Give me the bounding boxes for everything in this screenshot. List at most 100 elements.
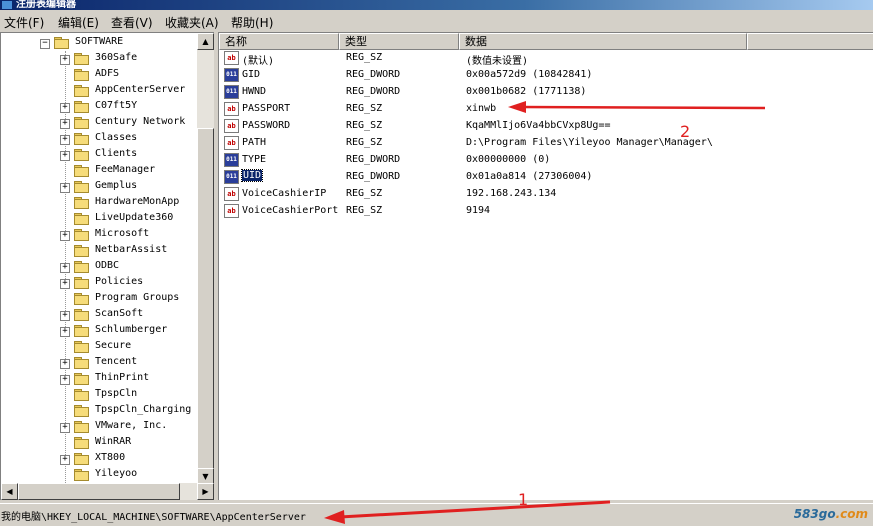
expand-icon[interactable]: + (60, 231, 70, 241)
column-header-name[interactable]: 名称 (219, 33, 339, 50)
tree-item-software[interactable]: − SOFTWARE (1, 35, 197, 51)
menu-file[interactable]: 文件(F) (4, 14, 44, 31)
tree-item[interactable]: + ScanSoft (1, 307, 197, 323)
tree-item[interactable]: Yileyoo (1, 467, 197, 483)
folder-icon (74, 229, 89, 241)
folder-icon (74, 405, 89, 417)
tree-item-label: XT800 (95, 452, 126, 463)
tree-item[interactable]: + C07ft5Y (1, 99, 197, 115)
value-type: REG_SZ (346, 103, 383, 114)
tree-horizontal-scrollbar[interactable]: ◀ ▶ (1, 483, 214, 500)
menu-help[interactable]: 帮助(H) (231, 14, 273, 31)
tree-item[interactable]: + Policies (1, 275, 197, 291)
status-path: 我的电脑\HKEY_LOCAL_MACHINE\SOFTWARE\AppCent… (1, 512, 306, 523)
tree-item[interactable]: FeeManager (1, 163, 197, 179)
value-type: REG_SZ (346, 137, 383, 148)
tree-item-label: Microsoft (95, 228, 150, 239)
value-row[interactable]: ab VoiceCashierIP REG_SZ 192.168.243.134 (219, 186, 873, 203)
expand-icon[interactable]: + (60, 151, 70, 161)
tree-item[interactable]: + Schlumberger (1, 323, 197, 339)
tree-item-label: AppCenterServer (95, 84, 186, 95)
expand-icon[interactable]: + (60, 455, 70, 465)
menu-view[interactable]: 查看(V) (111, 14, 153, 31)
value-data: 0x00000000 (0) (466, 154, 551, 165)
scroll-left-icon[interactable]: ◀ (1, 483, 18, 500)
menu-edit[interactable]: 编辑(E) (58, 14, 99, 31)
expand-icon[interactable]: + (60, 327, 70, 337)
tree-item[interactable]: +360Safe (1, 51, 197, 67)
tree-item[interactable]: Program Groups (1, 291, 197, 307)
column-header-type[interactable]: 类型 (339, 33, 459, 50)
folder-icon (74, 469, 89, 481)
folder-open-icon (54, 37, 69, 49)
value-name: PASSPORT (242, 103, 291, 114)
registry-key-tree[interactable]: − SOFTWARE +360Safe ADFS AppCenterServer + C… (0, 32, 214, 500)
expand-icon[interactable]: + (60, 375, 70, 385)
value-row[interactable]: 011 TYPE REG_DWORD 0x00000000 (0) (219, 152, 873, 169)
collapse-icon[interactable]: − (40, 39, 50, 49)
tree-item[interactable]: TpspCln (1, 387, 197, 403)
expand-icon[interactable]: + (60, 311, 70, 321)
tree-item[interactable]: + Microsoft (1, 227, 197, 243)
expand-icon[interactable]: + (60, 263, 70, 273)
expand-icon[interactable]: + (60, 55, 70, 65)
annotation-number-2: 2 (680, 122, 691, 141)
value-row[interactable]: 011 HWND REG_DWORD 0x001b0682 (1771138) (219, 84, 873, 101)
tree-item[interactable]: LiveUpdate360 (1, 211, 197, 227)
tree-item-label: Classes (95, 132, 138, 143)
tree-item[interactable]: ADFS (1, 67, 197, 83)
tree-item[interactable]: + ODBC (1, 259, 197, 275)
expand-icon[interactable]: + (60, 183, 70, 193)
value-row[interactable]: ab VoiceCashierPort REG_SZ 9194 (219, 203, 873, 220)
tree-item[interactable]: + XT800 (1, 451, 197, 467)
folder-icon (74, 133, 89, 145)
expand-icon[interactable]: + (60, 135, 70, 145)
registry-values-list[interactable]: 名称 类型 数据 ab (默认) REG_SZ (数值未设置) 011 GID REG_DW… (218, 32, 873, 500)
expand-icon[interactable]: + (60, 359, 70, 369)
value-data: xinwb (466, 103, 497, 114)
tree-item[interactable]: + Clients (1, 147, 197, 163)
tree-vertical-scrollbar[interactable]: ▲ ▼ (197, 33, 214, 485)
value-data: D:\Program Files\Yileyoo Manager\Manager… (466, 137, 713, 148)
tree-item[interactable]: + ThinPrint (1, 371, 197, 387)
folder-icon (74, 261, 89, 273)
tree-item[interactable]: + Classes (1, 131, 197, 147)
string-value-icon: ab (224, 136, 239, 150)
value-row[interactable]: ab PASSPORT REG_SZ xinwb (219, 101, 873, 118)
hscroll-thumb[interactable] (18, 483, 180, 500)
tree-item[interactable]: Secure (1, 339, 197, 355)
folder-icon (74, 85, 89, 97)
column-header-filler (747, 33, 873, 50)
value-row[interactable]: ab PATH REG_SZ D:\Program Files\Yileyoo Man… (219, 135, 873, 152)
expand-icon[interactable]: + (60, 279, 70, 289)
tree-item[interactable]: + Gemplus (1, 179, 197, 195)
string-value-icon: ab (224, 119, 239, 133)
value-row[interactable]: 011 GID REG_DWORD 0x00a572d9 (10842841) (219, 67, 873, 84)
folder-icon (74, 389, 89, 401)
status-bar: 我的电脑\HKEY_LOCAL_MACHINE\SOFTWARE\AppCent… (0, 503, 873, 526)
expand-icon[interactable]: + (60, 119, 70, 129)
scroll-up-icon[interactable]: ▲ (197, 33, 214, 50)
column-header-data[interactable]: 数据 (459, 33, 747, 50)
tree-item[interactable]: TpspCln_Charging (1, 403, 197, 419)
tree-item[interactable]: + Century Network (1, 115, 197, 131)
scroll-right-icon[interactable]: ▶ (197, 483, 214, 500)
tree-item[interactable]: + Tencent (1, 355, 197, 371)
binary-value-icon: 011 (224, 85, 239, 99)
scroll-thumb[interactable] (197, 128, 214, 470)
tree-item[interactable]: AppCenterServer (1, 83, 197, 99)
folder-icon (74, 309, 89, 321)
tree-item[interactable]: + VMware, Inc. (1, 419, 197, 435)
expand-icon[interactable]: + (60, 423, 70, 433)
value-name: VoiceCashierIP (242, 188, 327, 199)
tree-item[interactable]: WinRAR (1, 435, 197, 451)
value-type: REG_SZ (346, 205, 383, 216)
value-row[interactable]: ab (默认) REG_SZ (数值未设置) (219, 50, 873, 67)
value-type: REG_DWORD (346, 69, 401, 80)
expand-icon[interactable]: + (60, 103, 70, 113)
tree-item[interactable]: HardwareMonApp (1, 195, 197, 211)
value-row[interactable]: ab PASSWORD REG_SZ KqaMMlIjo6Va4bbCVxp8Ug== (219, 118, 873, 135)
tree-item[interactable]: NetbarAssist (1, 243, 197, 259)
value-row[interactable]: 011 UID REG_DWORD 0x01a0a814 (27306004) (219, 169, 873, 186)
menu-favorites[interactable]: 收藏夹(A) (165, 14, 219, 31)
